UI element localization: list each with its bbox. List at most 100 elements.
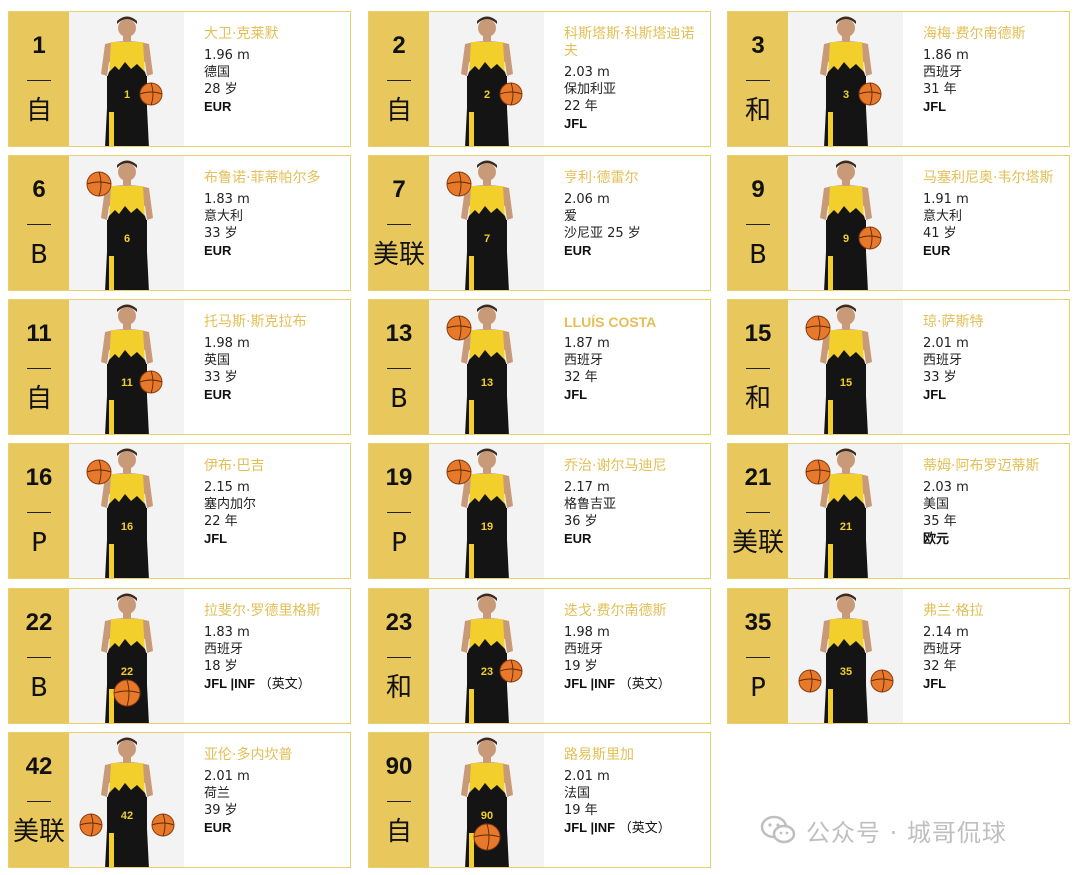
jersey-number: 15 [744, 320, 772, 347]
player-card[interactable]: 42 美联 42 亚伦·多内坎普 2.01 m 荷兰 39 岁 EUR [8, 732, 351, 868]
jersey-number-column: 7 美联 [369, 156, 429, 290]
wechat-icon [760, 815, 796, 844]
jersey-number-column: 6 B [9, 156, 69, 290]
player-name[interactable]: 弗兰·格拉 [923, 603, 1063, 620]
player-height: 2.03 m [564, 65, 610, 80]
svg-text:11: 11 [121, 377, 133, 389]
player-position: 和 [744, 96, 771, 126]
player-name[interactable]: 马塞利尼奥·韦尔塔斯 [923, 170, 1063, 187]
divider [387, 224, 411, 225]
player-name[interactable]: 亚伦·多内坎普 [204, 747, 344, 764]
player-name[interactable]: 拉斐尔·罗德里格斯 [204, 603, 344, 620]
player-height: 1.98 m [564, 625, 610, 640]
jersey-number-column: 11 自 [9, 300, 69, 434]
player-info: 伊布·巴吉 2.15 m 塞内加尔 22 年 JFL [204, 458, 344, 548]
player-height: 1.87 m [564, 336, 610, 351]
player-name[interactable]: 托马斯·斯克拉布 [204, 314, 344, 331]
svg-text:22: 22 [121, 666, 133, 678]
league-code: JFL [923, 676, 947, 691]
player-card[interactable]: 19 P 19 乔治·谢尔马迪尼 2.17 m 格鲁吉亚 36 岁 EUR [368, 443, 711, 579]
player-country: 意大利 [204, 209, 244, 224]
league-code: JFL |INF [204, 676, 256, 691]
league-code: 欧元 [923, 531, 950, 546]
player-league: EUR [204, 386, 344, 404]
player-height: 1.83 m [204, 625, 250, 640]
jersey-number: 19 [385, 464, 413, 491]
divider [746, 80, 770, 81]
player-card[interactable]: 1 自 1 大卫·克莱默 1.96 m 德国 28 岁 EUR [8, 11, 351, 147]
player-card[interactable]: 11 自 11 托马斯·斯克拉布 1.98 m 英国 33 岁 EUR [8, 299, 351, 435]
player-age: 32 年 [923, 659, 957, 674]
player-card[interactable]: 9 B 9 马塞利尼奥·韦尔塔斯 1.91 m 意大利 41 岁 EUR [727, 155, 1070, 291]
player-age: 22 年 [204, 514, 238, 529]
league-code: EUR [204, 99, 232, 114]
player-card[interactable]: 90 自 90 路易斯里加 2.01 m 法国 19 年 JFL |INF （英… [368, 732, 711, 868]
player-name[interactable]: 迭戈·费尔南德斯 [564, 603, 704, 620]
player-name[interactable]: 科斯塔斯·科斯塔迪诺夫 [564, 26, 704, 60]
basketball-icon [805, 459, 831, 485]
league-code: EUR [204, 820, 232, 835]
league-code: JFL [923, 387, 947, 402]
player-country: 西班牙 [564, 353, 604, 368]
player-league: JFL [564, 115, 704, 133]
player-photo: 21 [788, 444, 903, 578]
player-card[interactable]: 22 B 22 拉斐尔·罗德里格斯 1.83 m 西班牙 18 岁 JFL |I… [8, 588, 351, 724]
player-country: 格鲁吉亚 [564, 497, 617, 512]
basketball-icon [858, 82, 882, 106]
basketball-icon [139, 370, 163, 394]
player-card[interactable]: 15 和 15 琼·萨斯特 2.01 m 西班牙 33 岁 JFL [727, 299, 1070, 435]
player-position: 自 [385, 817, 412, 847]
league-code: EUR [204, 243, 232, 258]
basketball-icon [858, 226, 882, 250]
player-photo: 15 [788, 300, 903, 434]
jersey-number-column: 42 美联 [9, 733, 69, 867]
player-age: 19 年 [564, 803, 598, 818]
player-height: 2.01 m [564, 769, 610, 784]
player-name[interactable]: 蒂姆·阿布罗迈蒂斯 [923, 458, 1063, 475]
svg-text:90: 90 [481, 810, 493, 822]
player-position: 美联 [731, 528, 784, 558]
basketball-icon [113, 679, 141, 707]
player-card[interactable]: 2 自 2 科斯塔斯·科斯塔迪诺夫 2.03 m 保加利亚 22 年 JFL [368, 11, 711, 147]
player-card[interactable]: 23 和 23 迭戈·费尔南德斯 1.98 m 西班牙 19 岁 JFL |IN… [368, 588, 711, 724]
player-card[interactable]: 16 P 16 伊布·巴吉 2.15 m 塞内加尔 22 年 JFL [8, 443, 351, 579]
player-name[interactable]: 琼·萨斯特 [923, 314, 1063, 331]
player-photo: 1 [69, 12, 184, 146]
player-name[interactable]: 乔治·谢尔马迪尼 [564, 458, 704, 475]
player-photo: 7 [429, 156, 544, 290]
player-height: 2.14 m [923, 625, 969, 640]
divider [27, 80, 51, 81]
player-info: 托马斯·斯克拉布 1.98 m 英国 33 岁 EUR [204, 314, 344, 404]
player-name[interactable]: 海梅·费尔南德斯 [923, 26, 1063, 43]
player-age: 18 岁 [204, 659, 238, 674]
jersey-number: 90 [385, 753, 413, 780]
player-name[interactable]: LLUÍS COSTA [564, 314, 704, 331]
player-card[interactable]: 13 B 13 LLUÍS COSTA 1.87 m 西班牙 32 年 JFL [368, 299, 711, 435]
player-card[interactable]: 6 B 6 布鲁诺·菲蒂帕尔多 1.83 m 意大利 33 岁 EUR [8, 155, 351, 291]
player-photo: 6 [69, 156, 184, 290]
player-position: 美联 [372, 240, 425, 270]
player-age: 33 岁 [923, 370, 957, 385]
player-position: B [390, 384, 408, 414]
player-card[interactable]: 35 P 35 弗兰·格拉 2.14 m 西班牙 32 年 JFL [727, 588, 1070, 724]
jersey-number: 3 [751, 32, 765, 59]
player-name[interactable]: 大卫·克莱默 [204, 26, 344, 43]
player-card[interactable]: 7 美联 7 亨利·德雷尔 2.06 m 爱 沙尼亚 25 岁 EUR [368, 155, 711, 291]
player-country: 爱 [564, 209, 578, 224]
player-card[interactable]: 3 和 3 海梅·费尔南德斯 1.86 m 西班牙 31 年 JFL [727, 11, 1070, 147]
player-country: 德国 [204, 65, 231, 80]
player-info: 蒂姆·阿布罗迈蒂斯 2.03 m 美国 35 年 欧元 [923, 458, 1063, 548]
player-name[interactable]: 亨利·德雷尔 [564, 170, 704, 187]
player-country: 西班牙 [923, 65, 963, 80]
player-position: 自 [25, 384, 52, 414]
player-height: 1.96 m [204, 48, 250, 63]
player-card[interactable]: 21 美联 21 蒂姆·阿布罗迈蒂斯 2.03 m 美国 35 年 欧元 [727, 443, 1070, 579]
player-name[interactable]: 布鲁诺·菲蒂帕尔多 [204, 170, 344, 187]
league-code: EUR [923, 243, 951, 258]
league-note: （英文） [618, 677, 671, 692]
player-name[interactable]: 路易斯里加 [564, 747, 704, 764]
player-photo: 9 [788, 156, 903, 290]
player-name[interactable]: 伊布·巴吉 [204, 458, 344, 475]
jersey-number-column: 9 B [728, 156, 788, 290]
svg-text:21: 21 [840, 521, 852, 533]
